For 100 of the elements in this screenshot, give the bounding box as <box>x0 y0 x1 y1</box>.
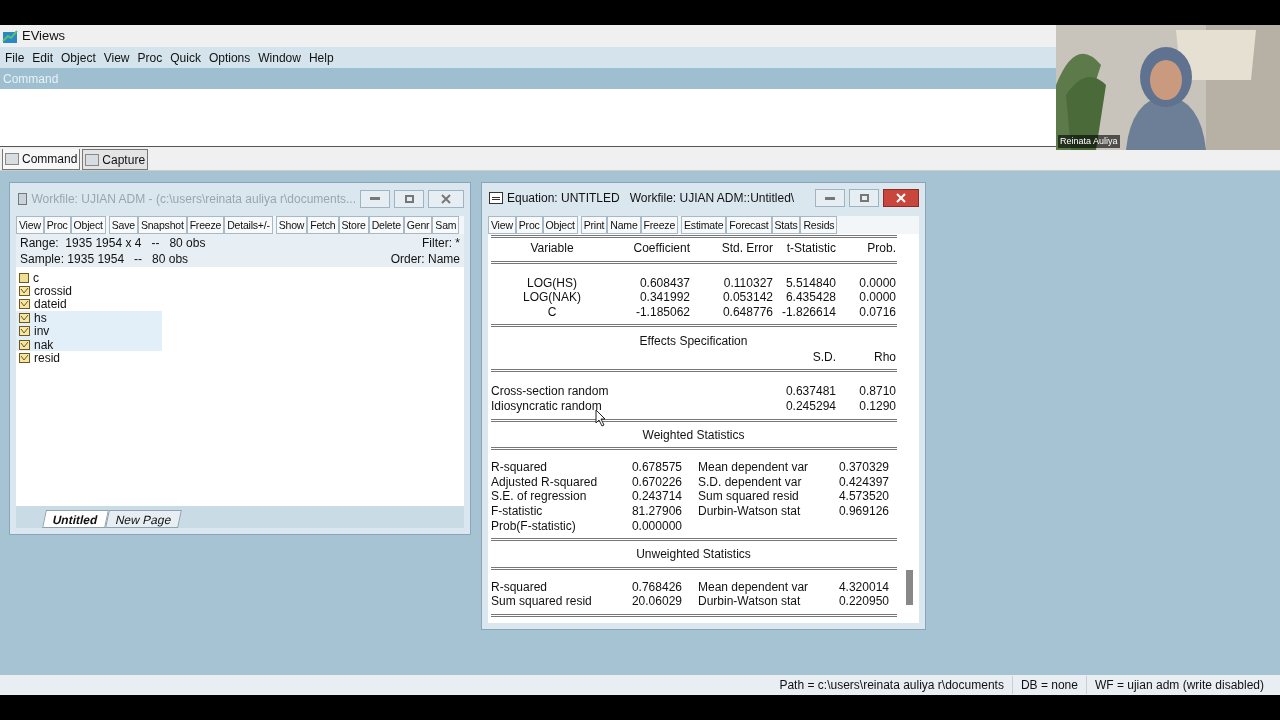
column-header: Coefficient <box>632 240 690 256</box>
toolbar-button[interactable]: Name <box>607 215 641 234</box>
menu-item[interactable]: Object <box>57 48 100 67</box>
toolbar-button[interactable]: Genr <box>403 216 433 234</box>
toolbar-button[interactable]: Stats <box>771 215 801 234</box>
object-item[interactable]: crossid <box>16 284 162 298</box>
object-item[interactable]: dateid <box>16 297 162 312</box>
stat-label: Sum squared resid <box>491 594 593 609</box>
equation-icon <box>489 192 503 205</box>
stat-value: 0.220950 <box>837 594 889 609</box>
toolbar-button[interactable]: View <box>488 215 516 234</box>
toolbar-button[interactable]: Freeze <box>186 216 225 234</box>
close-icon <box>441 193 451 204</box>
stat-value: 0.678575 <box>631 460 682 475</box>
stat-value: 81.27906 <box>631 504 682 519</box>
table-cell-text: 0.053142 <box>721 290 773 305</box>
toolbar-button[interactable]: Resids <box>800 215 838 234</box>
toolbar-button[interactable]: Forecast <box>726 215 772 234</box>
menu-item[interactable]: Options <box>204 48 255 67</box>
minimize-button[interactable] <box>360 189 390 208</box>
toolbar-button[interactable]: Delete <box>368 216 404 234</box>
stat-label: R-squared <box>491 460 549 475</box>
table-cell-text: LOG(NAK) <box>522 290 582 305</box>
toolbar-button[interactable]: Store <box>338 216 369 234</box>
toolbar-button[interactable]: Show <box>275 216 308 234</box>
table-cell-text: -1.185062 <box>634 304 690 320</box>
menu-item[interactable]: Proc <box>133 48 167 67</box>
object-item[interactable]: hs <box>16 311 162 325</box>
range-text: Range: 1935 1954 x 4 -- 80 obs <box>20 235 206 251</box>
status-text: DB = none <box>1011 676 1086 694</box>
column-header: Std. Error <box>720 240 773 256</box>
pane-icon <box>5 153 19 165</box>
stat-label: Mean dependent var <box>698 460 810 475</box>
toolbar-button[interactable]: Snapshot <box>137 216 187 234</box>
stat-label: S.E. of regression <box>491 489 588 505</box>
window-title: Workfile: UJIAN ADM - (c:\users\reinata auliya r\documents... <box>31 190 356 208</box>
toolbar-button[interactable]: Proc <box>515 215 543 234</box>
minimize-button[interactable] <box>815 189 845 208</box>
stat-value: 0.000000 <box>631 518 682 534</box>
menu-item[interactable]: File <box>1 48 29 67</box>
window-title: Equation: UNTITLED Workfile: UJIAN ADM::Untitled\ <box>507 190 796 208</box>
stat-value: 0.243714 <box>631 489 682 505</box>
page-tab[interactable]: New Page <box>104 510 182 528</box>
toolbar-button[interactable]: Estimate <box>681 215 727 234</box>
stat-label: Prob(F-statistic) <box>491 518 577 534</box>
scrollbar-thumb[interactable] <box>906 570 913 605</box>
column-header: S.D. <box>811 349 836 365</box>
toolbar-button[interactable]: Proc <box>43 216 71 234</box>
column-header: t-Statistic <box>785 240 836 256</box>
toolbar-button[interactable]: Details+/- <box>224 216 273 234</box>
pane-tab[interactable]: Command <box>2 149 81 170</box>
app-logo-icon <box>2 28 18 44</box>
stat-value: 0.969126 <box>837 504 889 519</box>
table-cell-text: 0.648776 <box>721 304 773 320</box>
object-item[interactable]: resid <box>16 351 162 365</box>
menu-item[interactable]: Edit <box>28 48 58 67</box>
pane-icon <box>85 153 100 166</box>
minimize-icon <box>825 196 835 200</box>
toolbar-button[interactable]: Object <box>70 216 106 234</box>
toolbar-button[interactable]: View <box>16 216 44 234</box>
toolbar-button[interactable]: Freeze <box>640 215 679 234</box>
minimize-icon <box>370 197 380 200</box>
stat-value: 0.768426 <box>631 579 682 595</box>
toolbar-button[interactable]: Save <box>108 216 138 234</box>
close-button[interactable] <box>428 189 464 208</box>
toolbar-button[interactable]: Sam <box>432 216 460 234</box>
object-item[interactable]: c <box>16 271 162 285</box>
page-tab[interactable]: Untitled <box>42 510 109 528</box>
table-cell-text: 0.637481 <box>784 384 836 400</box>
series-icon <box>19 353 30 364</box>
maximize-button[interactable] <box>394 189 424 208</box>
section-title: Weighted Statistics <box>641 427 746 443</box>
menu-item[interactable]: Help <box>304 48 338 67</box>
participant-name: Reinata Auliya <box>1058 134 1120 148</box>
toolbar-button[interactable]: Print <box>580 215 608 234</box>
series-icon <box>19 326 30 337</box>
toolbar-button[interactable]: Object <box>542 215 578 234</box>
table-cell-text: C <box>546 304 558 320</box>
table-cell-text: 0.1290 <box>858 399 896 414</box>
stat-label: F-statistic <box>491 504 544 519</box>
table-cell-text: 6.435428 <box>784 290 836 305</box>
series-icon <box>19 286 30 297</box>
order-text: Order: Name <box>390 251 460 267</box>
column-header: Rho <box>873 349 896 365</box>
menu-item[interactable]: Quick <box>166 48 205 67</box>
close-icon <box>896 193 906 204</box>
close-button[interactable] <box>883 189 919 208</box>
maximize-button[interactable] <box>849 189 879 208</box>
menu-item[interactable]: View <box>99 48 134 67</box>
menu-item[interactable]: Window <box>254 48 305 67</box>
stat-label: Sum squared resid <box>698 489 800 505</box>
table-cell-text: 0.245294 <box>784 399 836 414</box>
table-cell-text: 0.608437 <box>638 275 690 291</box>
table-cell-text: 0.0000 <box>858 290 896 305</box>
stat-label: Mean dependent var <box>698 579 810 595</box>
stat-value: 0.670226 <box>631 474 682 490</box>
toolbar-button[interactable]: Fetch <box>307 216 339 234</box>
status-text: Path = c:\users\reinata auliya r\documents <box>778 677 1005 694</box>
command-pane-title: Command <box>3 70 59 88</box>
pane-tab[interactable]: Capture <box>82 149 149 170</box>
